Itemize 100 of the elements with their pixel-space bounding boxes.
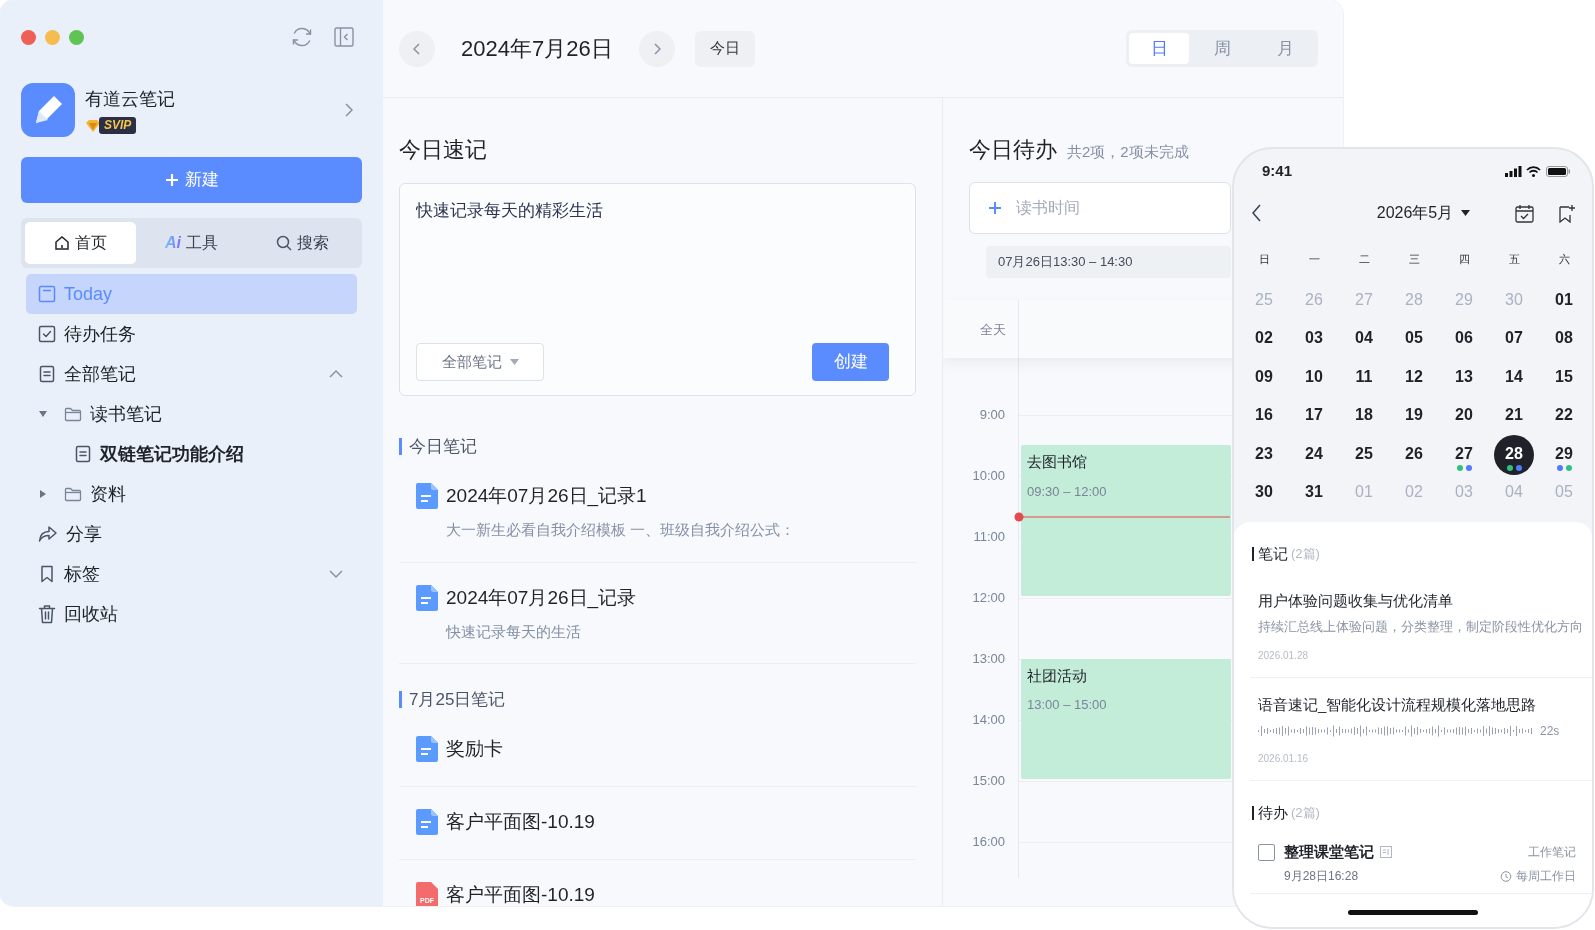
weekday-label: 三 — [1407, 252, 1421, 267]
sidebar-tab[interactable]: Ai 工具 — [136, 222, 247, 264]
todo-input[interactable]: 读书时间 — [1014, 195, 1230, 221]
sidebar-toggle-icon[interactable] — [334, 27, 354, 47]
calendar-day[interactable]: 07 — [1494, 319, 1534, 360]
calendar-day[interactable]: 06 — [1444, 319, 1484, 360]
calendar-day[interactable]: 31 — [1294, 473, 1334, 514]
calendar-day[interactable]: 03 — [1294, 319, 1334, 360]
calendar-day[interactable]: 27 — [1444, 434, 1484, 475]
month-title[interactable]: 2026年5月 — [1376, 201, 1454, 225]
calendar-day[interactable]: 05 — [1394, 319, 1434, 360]
note-title[interactable]: 用户体验问题收集与优化清单 — [1258, 589, 1592, 612]
calendar-day[interactable]: 04 — [1344, 319, 1384, 360]
weekday-label: 六 — [1557, 252, 1571, 267]
calendar-day[interactable]: 08 — [1544, 319, 1584, 360]
calendar-day[interactable]: 30 — [1244, 473, 1284, 514]
sidebar-tab[interactable]: 搜索 — [247, 222, 358, 264]
calendar-day[interactable]: 19 — [1394, 396, 1434, 437]
section-heading: 今日笔记 — [399, 438, 916, 455]
previous-day-button[interactable] — [399, 30, 435, 67]
calendar-day[interactable]: 28 — [1494, 434, 1534, 475]
calendar-check-icon[interactable] — [1515, 203, 1534, 223]
note-title[interactable]: 奖励卡 — [446, 736, 503, 762]
new-todo-field[interactable]: 读书时间 — [969, 182, 1231, 234]
window-close-button[interactable] — [21, 29, 36, 45]
back-chevron-icon[interactable] — [1252, 204, 1262, 222]
trash-icon — [38, 604, 56, 624]
window-minimize-button[interactable] — [45, 29, 60, 45]
bookmark-icon — [38, 565, 56, 583]
note-title[interactable]: 2024年07月26日_记录1 — [446, 483, 647, 509]
app-logo-icon — [21, 83, 75, 137]
caret-down-icon[interactable] — [1461, 210, 1471, 216]
calendar-day[interactable]: 24 — [1294, 434, 1334, 475]
alarm-clock-icon — [1500, 870, 1512, 883]
sidebar-item[interactable]: 回收站 — [26, 594, 357, 634]
calendar-day[interactable]: 29 — [1544, 434, 1584, 475]
quick-note-input[interactable]: 快速记录每天的精彩生活 — [416, 198, 899, 343]
todo-title[interactable]: 整理课堂笔记 — [1284, 840, 1374, 864]
note-title[interactable]: 客户平面图-10.19 — [446, 882, 595, 906]
calendar-day[interactable]: 14 — [1494, 357, 1534, 398]
calendar-day[interactable]: 11 — [1344, 357, 1384, 398]
today-button[interactable]: 今日 — [694, 30, 755, 67]
notebook-dropdown[interactable]: 全部笔记 — [416, 343, 544, 381]
chevron-right-icon[interactable] — [344, 102, 354, 118]
bookmark-plus-icon[interactable] — [1558, 203, 1576, 223]
voice-duration: 22s — [1540, 723, 1560, 741]
calendar-day[interactable]: 17 — [1294, 396, 1334, 437]
calendar-day[interactable]: 09 — [1244, 357, 1284, 398]
note-title[interactable]: 客户平面图-10.19 — [446, 809, 595, 835]
date-title: 2024年7月26日 — [461, 35, 613, 63]
event-block[interactable]: 社团活动 13:00 – 15:00 — [1021, 658, 1231, 779]
chevron-down-icon[interactable] — [329, 569, 343, 579]
signal-icon — [1505, 165, 1522, 177]
calendar-day[interactable]: 10 — [1294, 357, 1334, 398]
sidebar-item[interactable]: 读书笔记 — [26, 394, 357, 434]
calendar-day[interactable]: 26 — [1394, 434, 1434, 475]
sidebar-item[interactable]: 待办任务 — [26, 314, 357, 354]
sidebar-item[interactable]: 双链笔记功能介绍 — [26, 434, 357, 474]
view-tab[interactable]: 日 — [1129, 33, 1189, 64]
caret-right-icon[interactable] — [38, 489, 48, 499]
event-title: 去图书馆 — [1027, 452, 1088, 472]
calendar-day[interactable]: 22 — [1544, 396, 1584, 437]
calendar-day[interactable]: 01 — [1544, 280, 1584, 321]
calendar-day[interactable]: 25 — [1344, 434, 1384, 475]
event-block[interactable]: 去图书馆 09:30 – 12:00 — [1021, 445, 1231, 596]
weekday-label: 四 — [1457, 252, 1471, 267]
chevron-up-icon[interactable] — [329, 369, 343, 379]
calendar-day[interactable]: 21 — [1494, 396, 1534, 437]
todo-checkbox[interactable] — [1258, 843, 1275, 861]
todo-time-chip: 07月26日13:30 – 14:30 — [986, 246, 1231, 278]
checkbox-icon — [38, 325, 56, 343]
event-time: 09:30 – 12:00 — [1027, 482, 1108, 501]
sidebar-item[interactable]: 资料 — [26, 474, 357, 514]
calendar-day[interactable]: 23 — [1244, 434, 1284, 475]
section-heading: 今日速记 — [399, 136, 488, 164]
share-arrow-icon — [38, 525, 58, 543]
sidebar-item[interactable]: 分享 — [26, 514, 357, 554]
diamond-icon — [85, 118, 101, 133]
window-maximize-button[interactable] — [69, 29, 84, 45]
calendar-day[interactable]: 16 — [1244, 396, 1284, 437]
note-title[interactable]: 2024年07月26日_记录 — [446, 584, 637, 611]
calendar-day[interactable]: 20 — [1444, 396, 1484, 437]
quick-note-field[interactable]: 快速记录每天的精彩生活 全部笔记 创建 — [399, 183, 916, 396]
calendar-day[interactable]: 13 — [1444, 357, 1484, 398]
calendar-day[interactable]: 02 — [1244, 319, 1284, 360]
calendar-day[interactable]: 15 — [1544, 357, 1584, 398]
calendar-day[interactable]: 12 — [1394, 357, 1434, 398]
note-snippet: 快速记录每天的生活 — [446, 621, 582, 642]
hour-label: 11:00 — [972, 527, 1006, 546]
folder-icon — [64, 486, 82, 502]
hour-label: 14:00 — [971, 710, 1006, 729]
sidebar-item[interactable]: 标签 — [26, 554, 357, 594]
sidebar-tab[interactable]: 首页 — [25, 222, 136, 264]
chevron-right-icon — [652, 42, 661, 55]
note-date: 2026.01.28 — [1258, 648, 1310, 663]
sidebar-item[interactable]: 全部笔记 — [26, 354, 357, 394]
sync-icon[interactable] — [290, 25, 314, 49]
calendar-day[interactable]: 18 — [1344, 396, 1384, 437]
note-title[interactable]: 语音速记_智能化设计流程规模化落地思路 — [1258, 693, 1592, 717]
caret-down-icon — [509, 359, 519, 365]
